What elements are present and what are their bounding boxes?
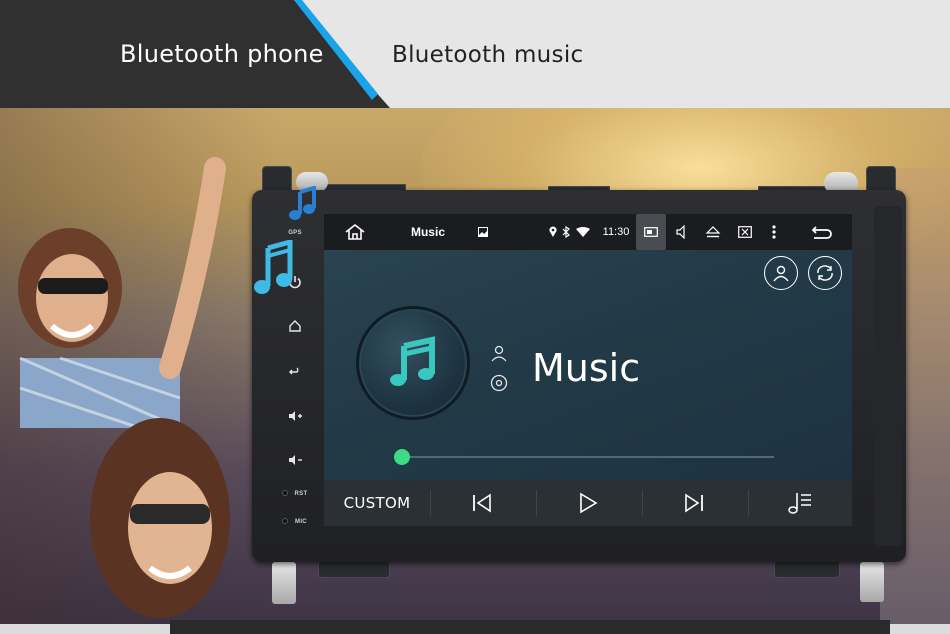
tab-bluetooth-phone[interactable]: Bluetooth phone (120, 40, 324, 68)
divider (748, 490, 749, 516)
status-bar: Music 11:30 (324, 214, 852, 250)
image-indicator (474, 214, 492, 250)
floating-music-note-icon (289, 186, 316, 220)
volume-up-icon (289, 411, 302, 421)
previous-button[interactable] (460, 480, 504, 526)
divider (430, 490, 431, 516)
bluetooth-icon (562, 226, 570, 238)
statusbar-home-button[interactable] (338, 214, 372, 250)
next-icon (685, 493, 703, 513)
repeat-button[interactable] (808, 256, 842, 290)
home-icon (345, 223, 365, 240)
account-button[interactable] (764, 256, 798, 290)
music-note-icon (390, 336, 435, 386)
wifi-icon (576, 227, 590, 237)
app-title: Music (410, 225, 445, 239)
home-icon (289, 320, 301, 332)
track-title: Music (532, 346, 641, 390)
control-bar: CUSTOM (324, 480, 852, 526)
play-button[interactable] (566, 480, 610, 526)
screen-icon (644, 227, 658, 237)
device-right-bezel (874, 206, 902, 546)
back-icon (811, 226, 832, 239)
divider (642, 490, 643, 516)
playlist-icon (788, 493, 811, 514)
close-window-icon (738, 226, 752, 238)
location-icon (549, 226, 557, 237)
eject-button[interactable] (700, 214, 726, 250)
back-button[interactable] (280, 360, 310, 384)
artist-icon (491, 345, 507, 362)
person-illustration-top (18, 157, 226, 428)
album-art (356, 306, 470, 420)
image-icon (478, 227, 488, 237)
top-banner: Bluetooth phone Bluetooth music (0, 0, 950, 108)
custom-button[interactable]: CUSTOM (338, 480, 416, 526)
screen-mode-button[interactable] (636, 214, 666, 250)
rst-label: RST (294, 491, 308, 497)
volume-down-icon (289, 455, 302, 465)
volume-icon (676, 225, 685, 239)
mount-bracket (272, 562, 296, 604)
album-icon (490, 374, 508, 392)
bluetooth-indicator (560, 214, 572, 250)
tab-bluetooth-music[interactable]: Bluetooth music (392, 42, 583, 68)
divider (536, 490, 537, 516)
wifi-indicator (574, 214, 592, 250)
volume-down-button[interactable] (280, 448, 310, 472)
custom-label: CUSTOM (343, 494, 411, 512)
screen: Music 11:30 Music CUSTOM (324, 214, 852, 526)
playlist-button[interactable] (778, 480, 822, 526)
person-illustration-bottom (90, 418, 230, 618)
close-app-button[interactable] (732, 214, 758, 250)
bottom-bar (170, 620, 890, 634)
floating-music-note-icon (254, 240, 293, 294)
eject-icon (705, 226, 721, 238)
location-indicator (546, 214, 560, 250)
person-icon (773, 265, 789, 282)
next-button[interactable] (672, 480, 716, 526)
mic-label: MIC (295, 519, 307, 525)
play-icon (580, 492, 598, 514)
more-button[interactable] (764, 214, 784, 250)
gps-label: GPS (288, 230, 302, 236)
statusbar-back-button[interactable] (804, 214, 840, 250)
volume-button[interactable] (670, 214, 694, 250)
clock: 11:30 (602, 226, 630, 238)
progress-knob[interactable] (394, 449, 410, 465)
progress-track[interactable] (402, 456, 774, 458)
back-icon (289, 367, 299, 375)
mount-bracket (860, 562, 884, 602)
volume-up-button[interactable] (280, 404, 310, 428)
more-icon (772, 225, 776, 239)
previous-icon (473, 493, 491, 513)
repeat-icon (817, 265, 833, 281)
home-button[interactable] (280, 314, 310, 338)
